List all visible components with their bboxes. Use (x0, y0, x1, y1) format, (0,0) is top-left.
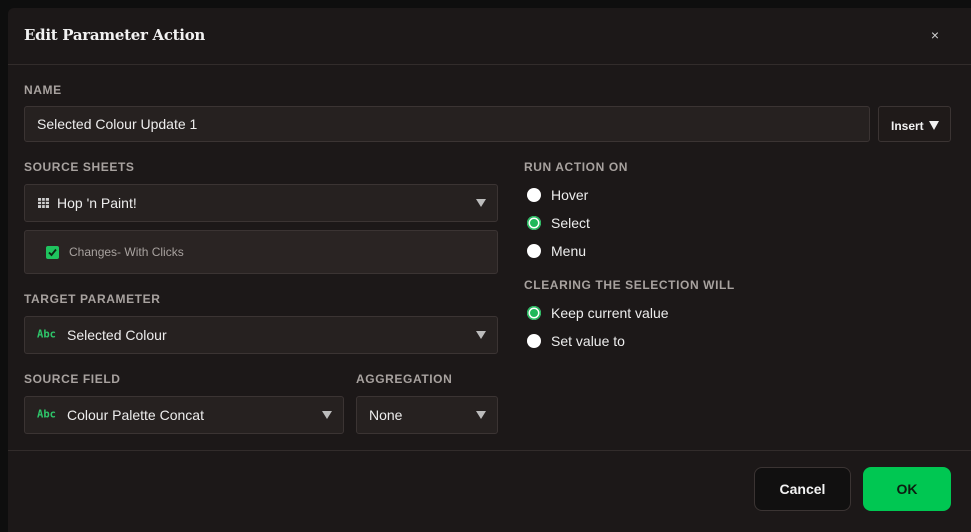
radio-hover[interactable] (527, 188, 541, 202)
source-field-label: SOURCE FIELD (24, 372, 121, 386)
chevron-down-icon (322, 411, 332, 419)
name-input-value: Selected Colour Update 1 (37, 116, 198, 132)
edit-parameter-action-dialog: Edit Parameter Action × NAME Selected Co… (8, 8, 971, 532)
source-sheets-label: SOURCE SHEETS (24, 160, 135, 174)
chevron-down-icon (476, 331, 486, 339)
target-parameter-dropdown[interactable]: Abc Selected Colour (24, 316, 498, 354)
radio-keep-current-value[interactable] (527, 306, 541, 320)
dialog-header: Edit Parameter Action × (8, 8, 971, 65)
target-parameter-value: Selected Colour (67, 327, 167, 343)
radio-select-label[interactable]: Select (551, 215, 590, 231)
string-type-icon: Abc (37, 328, 56, 341)
sheet-grid-icon (38, 198, 49, 208)
aggregation-dropdown[interactable]: None (356, 396, 498, 434)
name-label: NAME (24, 83, 62, 97)
insert-button-label: Insert (891, 119, 924, 133)
radio-menu[interactable] (527, 244, 541, 258)
radio-hover-label[interactable]: Hover (551, 187, 588, 203)
insert-button[interactable]: Insert (878, 106, 951, 142)
clearing-selection-label: CLEARING THE SELECTION WILL (524, 278, 735, 292)
source-sheets-dropdown[interactable]: Hop 'n Paint! (24, 184, 498, 222)
run-action-on-label: RUN ACTION ON (524, 160, 629, 174)
aggregation-label: AGGREGATION (356, 372, 453, 386)
dialog-title: Edit Parameter Action (24, 26, 206, 44)
radio-select[interactable] (527, 216, 541, 230)
chevron-down-icon (476, 199, 486, 207)
caret-down-icon (929, 121, 939, 130)
chevron-down-icon (476, 411, 486, 419)
source-field-dropdown[interactable]: Abc Colour Palette Concat (24, 396, 344, 434)
name-input[interactable]: Selected Colour Update 1 (24, 106, 870, 142)
radio-menu-label[interactable]: Menu (551, 243, 586, 259)
radio-keep-current-value-label[interactable]: Keep current value (551, 305, 669, 321)
cancel-button[interactable]: Cancel (754, 467, 851, 511)
ok-button[interactable]: OK (863, 467, 951, 511)
sheet-checkbox-label: Changes- With Clicks (69, 245, 184, 259)
source-sheets-value: Hop 'n Paint! (57, 195, 137, 211)
sheet-checkbox[interactable] (46, 246, 59, 259)
close-icon[interactable]: × (926, 26, 944, 44)
dialog-footer: Cancel OK (8, 450, 971, 532)
radio-set-value-to[interactable] (527, 334, 541, 348)
sheet-checkbox-list: Changes- With Clicks (24, 230, 498, 274)
radio-set-value-to-label[interactable]: Set value to (551, 333, 625, 349)
aggregation-value: None (369, 407, 403, 423)
source-field-value: Colour Palette Concat (67, 407, 204, 423)
checkmark-icon (48, 248, 57, 257)
target-parameter-label: TARGET PARAMETER (24, 292, 161, 306)
string-type-icon: Abc (37, 408, 56, 421)
